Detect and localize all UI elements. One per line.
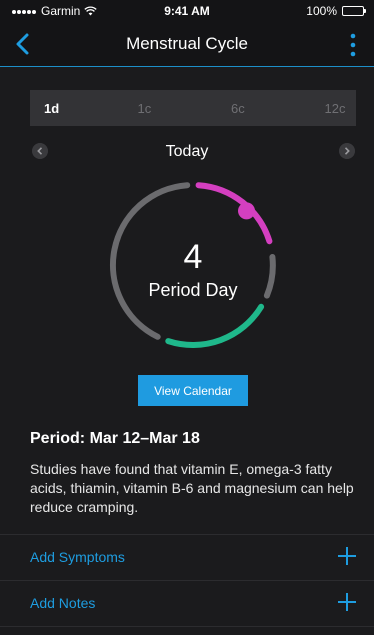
page-title: Menstrual Cycle — [126, 34, 248, 53]
add-symptoms-row[interactable]: Add Symptoms — [0, 534, 374, 579]
status-right: 100% — [306, 4, 366, 18]
view-calendar-button[interactable]: View Calendar — [138, 375, 248, 406]
cycle-day-label: Period Day — [148, 280, 238, 300]
segment-label: 6c — [231, 100, 245, 116]
fertile-window-arc — [165, 303, 265, 348]
current-day-marker — [238, 202, 255, 220]
plus-icon[interactable] — [338, 593, 356, 611]
battery-percent: 100% — [306, 4, 337, 18]
segment-6c[interactable]: 6c — [193, 90, 275, 126]
segment-1d[interactable]: 1d — [30, 90, 112, 126]
date-label: Today — [165, 143, 209, 160]
more-options-icon[interactable] — [346, 32, 360, 58]
period-arc — [195, 182, 273, 245]
segment-12c[interactable]: 12c — [275, 90, 357, 126]
segment-label: 1d — [44, 100, 60, 116]
add-symptoms-label: Add Symptoms — [30, 549, 125, 565]
cycle-day-number: 4 — [183, 238, 203, 276]
period-description: Studies have found that vitamin E, omega… — [30, 461, 354, 515]
add-notes-label: Add Notes — [30, 595, 96, 611]
range-segmented-control: 1d 1c 6c 12c — [30, 90, 356, 126]
plus-icon[interactable] — [338, 547, 356, 565]
divider — [0, 626, 374, 627]
app-screen: Garmin 9:41 AM 100% Menstrual Cycle 1d 1… — [0, 0, 374, 635]
segment-label: 1c — [137, 100, 152, 116]
period-title: Period: Mar 12–Mar 18 — [30, 430, 200, 447]
add-notes-row[interactable]: Add Notes — [0, 580, 374, 625]
next-day-button[interactable] — [339, 143, 355, 159]
navigation-bar: Menstrual Cycle — [0, 22, 374, 67]
battery-icon — [342, 6, 366, 16]
segment-1c[interactable]: 1c — [112, 90, 194, 126]
segment-label: 12c — [324, 100, 346, 116]
status-bar: Garmin 9:41 AM 100% — [0, 0, 374, 22]
